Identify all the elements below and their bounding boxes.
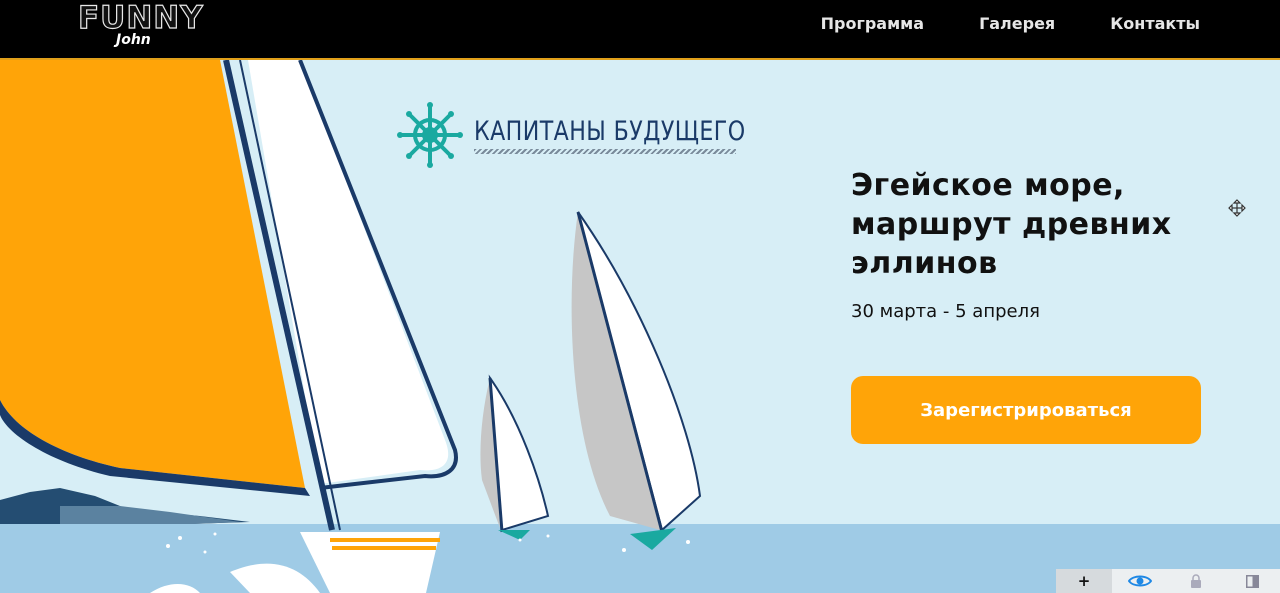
eye-icon bbox=[1128, 575, 1152, 587]
add-button[interactable]: + bbox=[1056, 569, 1112, 593]
top-navbar: FUNNY John Программа Галерея Контакты bbox=[0, 0, 1280, 60]
main-nav: Программа Галерея Контакты bbox=[821, 14, 1200, 33]
rope-divider bbox=[474, 149, 736, 154]
title-line-1: Эгейское море, bbox=[851, 168, 1125, 203]
add-label: + bbox=[1077, 572, 1091, 590]
move-icon[interactable] bbox=[1228, 199, 1246, 217]
logo-title: FUNNY bbox=[77, 0, 204, 37]
contrast-icon bbox=[1245, 574, 1259, 588]
event-brand: КАПИТАНЫ БУДУЩЕГО bbox=[396, 101, 805, 169]
title-line-3: эллинов bbox=[851, 246, 998, 281]
register-button[interactable]: Зарегистрироваться bbox=[851, 376, 1201, 444]
title-line-2: маршрут древних bbox=[851, 207, 1172, 242]
hero-section: КАПИТАНЫ БУДУЩЕГО Эгейское море, маршрут… bbox=[0, 60, 1280, 593]
brand-title: КАПИТАНЫ БУДУЩЕГО bbox=[474, 116, 746, 147]
nav-link-program[interactable]: Программа bbox=[821, 14, 924, 33]
editor-toolbar: + bbox=[1056, 569, 1280, 593]
nav-link-contacts[interactable]: Контакты bbox=[1110, 14, 1200, 33]
logo[interactable]: FUNNY John bbox=[77, 0, 208, 58]
visibility-button[interactable] bbox=[1112, 569, 1168, 593]
page-title: Эгейское море, маршрут древних эллинов bbox=[851, 166, 1251, 283]
nav-link-gallery[interactable]: Галерея bbox=[979, 14, 1055, 33]
ship-wheel-icon bbox=[397, 102, 463, 168]
lock-button[interactable] bbox=[1168, 569, 1224, 593]
lock-icon bbox=[1191, 574, 1201, 588]
contrast-button[interactable] bbox=[1224, 569, 1280, 593]
event-dates: 30 марта - 5 апреля bbox=[851, 301, 1040, 322]
logo-subtitle: John bbox=[116, 32, 151, 48]
